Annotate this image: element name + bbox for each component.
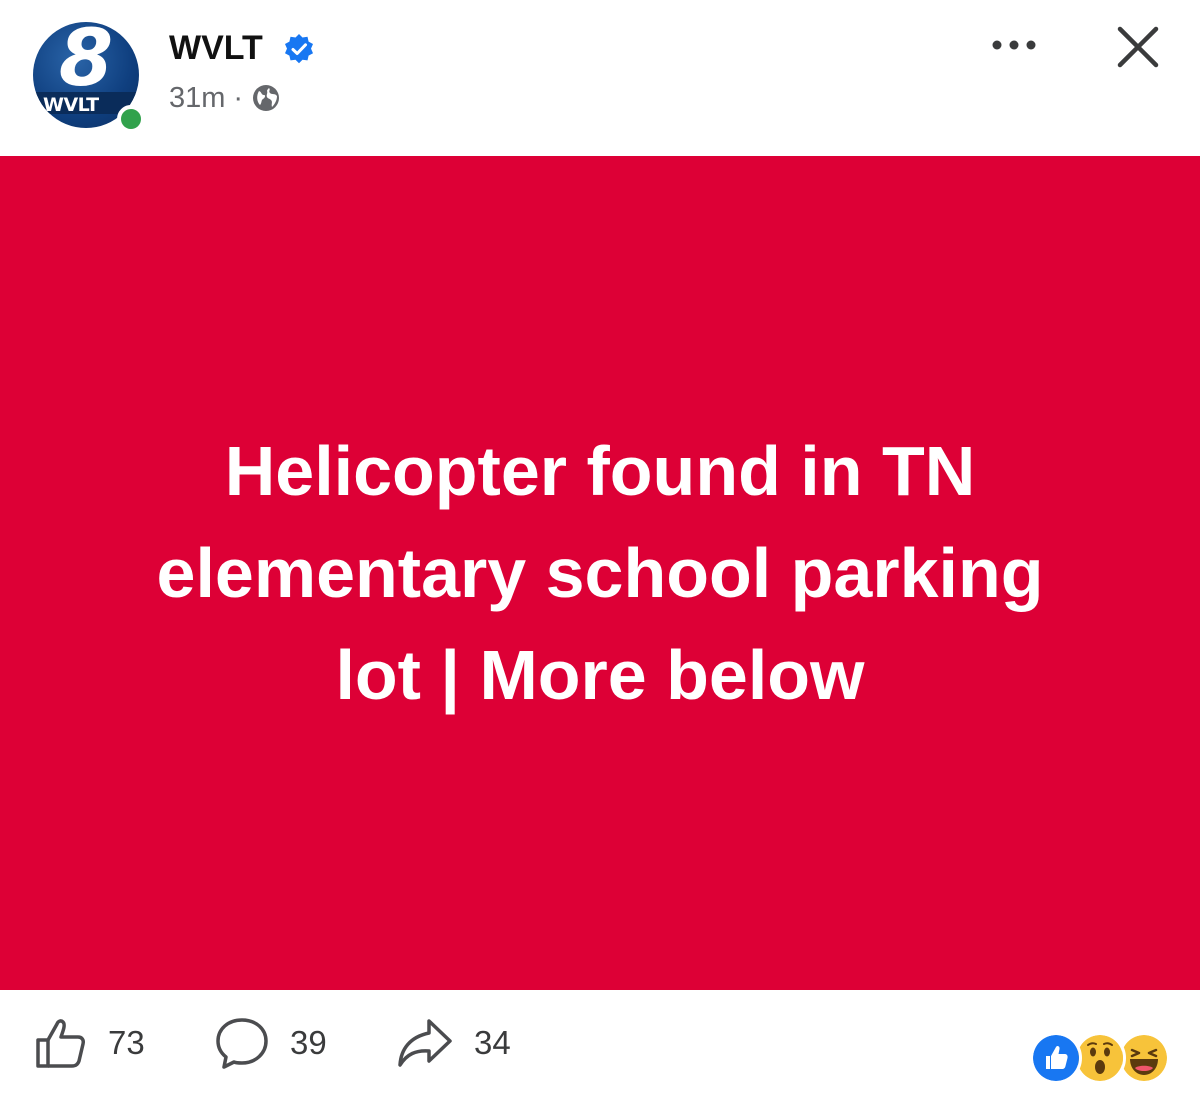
post-time[interactable]: 31m xyxy=(169,80,225,116)
reaction-summary[interactable] xyxy=(1030,1032,1170,1084)
page-avatar[interactable]: 8 WVLT xyxy=(33,22,145,133)
page-name[interactable]: WVLT xyxy=(169,28,263,68)
headline-text: Helicopter found in TN elementary school… xyxy=(60,420,1140,726)
thumbs-up-icon xyxy=(36,1019,85,1068)
more-options-icon[interactable] xyxy=(988,30,1040,60)
like-count: 73 xyxy=(108,1024,145,1061)
post-image[interactable]: Helicopter found in TN elementary school… xyxy=(0,156,1200,990)
headline-line-1: Helicopter found in TN xyxy=(224,432,976,510)
post-actions-bar: 73 39 34 xyxy=(0,990,1200,1107)
like-button[interactable]: 73 xyxy=(34,1015,145,1071)
share-icon xyxy=(398,1019,452,1067)
comment-icon xyxy=(216,1018,268,1069)
post-header: 8 WVLT WVLT 31m · xyxy=(0,0,1200,156)
verified-badge-icon xyxy=(285,34,313,64)
online-status-dot xyxy=(117,105,145,133)
like-reaction-icon xyxy=(1030,1032,1082,1084)
globe-icon xyxy=(253,85,280,111)
comment-count: 39 xyxy=(290,1024,327,1061)
comment-button[interactable]: 39 xyxy=(214,1015,327,1071)
headline-line-2: elementary school parking xyxy=(156,534,1044,612)
meta-separator: · xyxy=(233,82,244,114)
headline-line-3: lot | More below xyxy=(335,636,865,714)
avatar-label: WVLT xyxy=(43,94,99,116)
close-icon[interactable] xyxy=(1115,24,1161,70)
share-count: 34 xyxy=(474,1024,511,1061)
share-button[interactable]: 34 xyxy=(396,1015,511,1071)
post-meta: 31m · xyxy=(169,80,281,116)
